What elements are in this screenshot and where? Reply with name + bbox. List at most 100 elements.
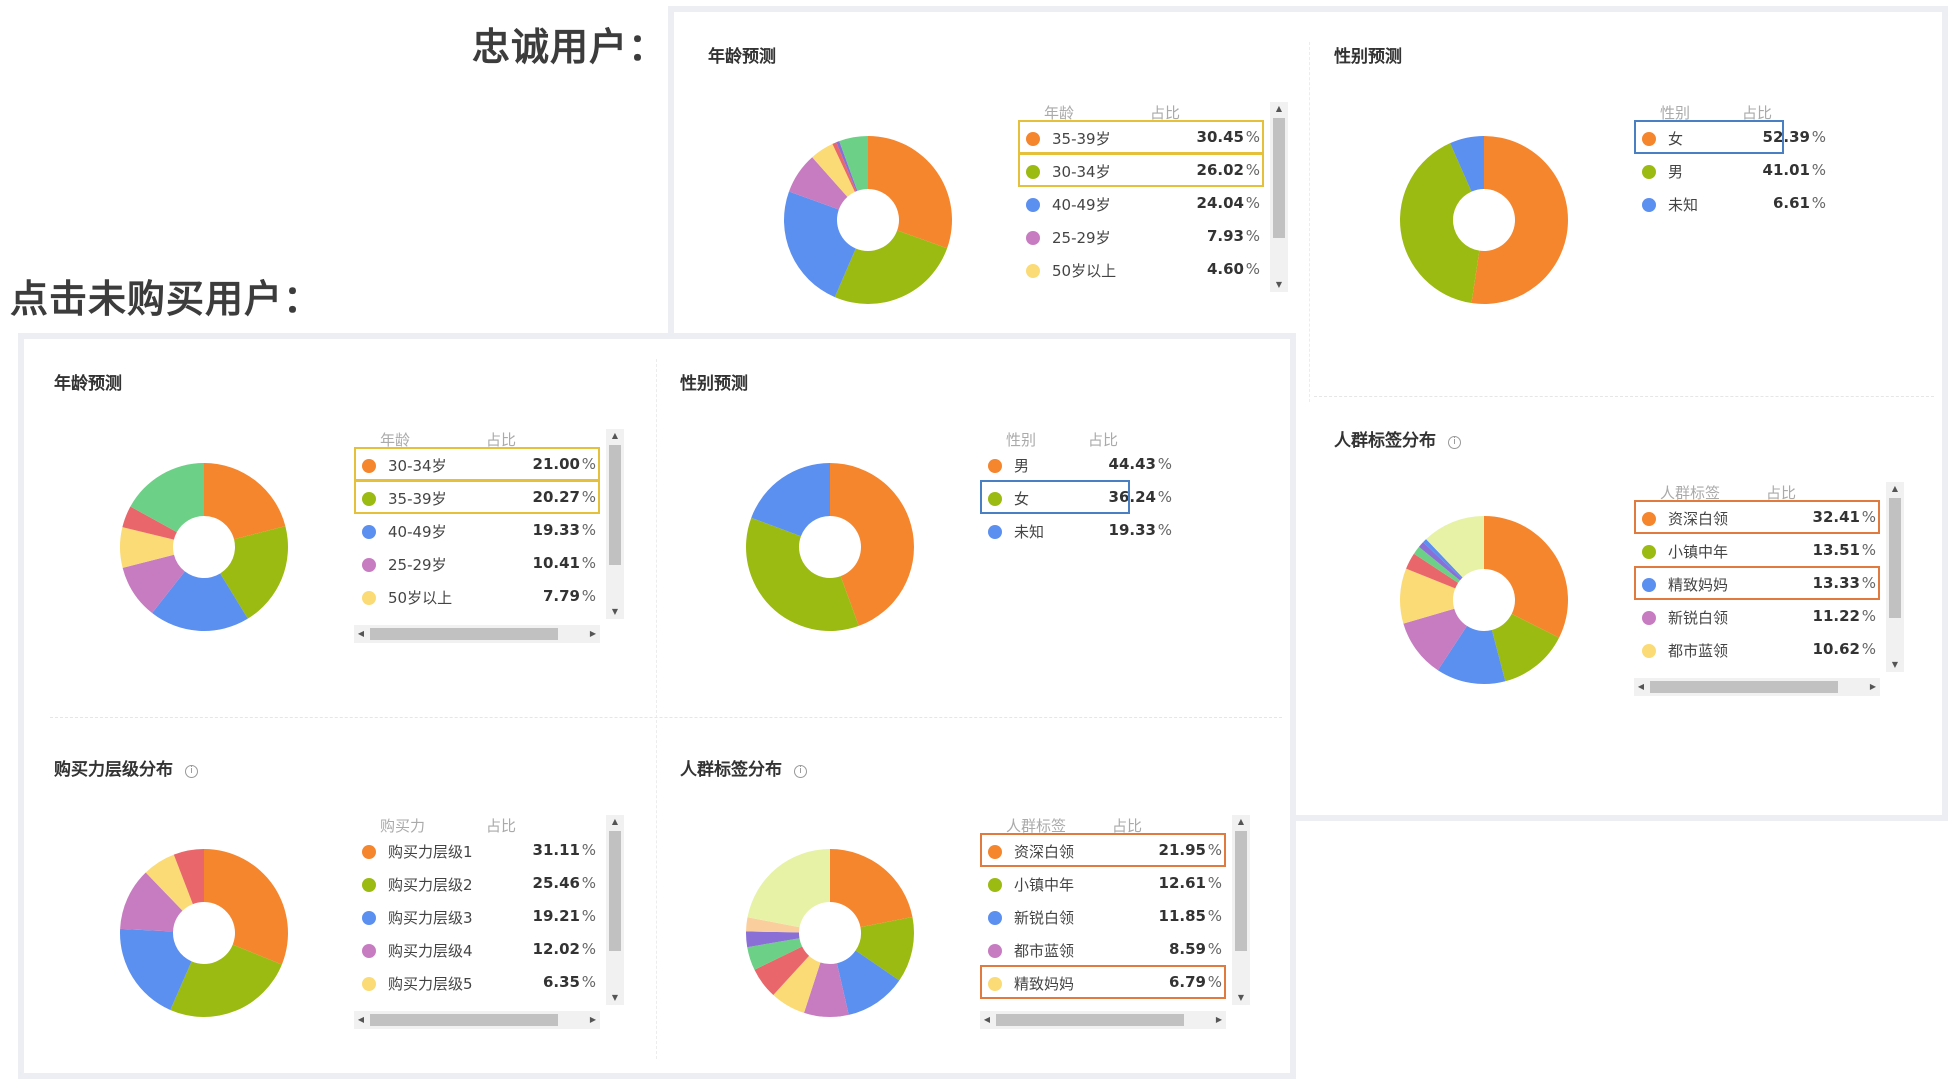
legend-percent-sign: % (581, 973, 596, 991)
legend-value: 12.61 (1158, 874, 1206, 892)
scroll-down-arrow-icon[interactable]: ▼ (1270, 278, 1288, 292)
legend-row[interactable]: 小镇中年 13.51% (1634, 533, 1882, 569)
legend-percent-sign: % (581, 874, 596, 892)
scroll-up-arrow-icon[interactable]: ▲ (606, 429, 624, 443)
vertical-scrollbar[interactable]: ▲ ▼ (1232, 815, 1250, 1005)
scroll-left-arrow-icon[interactable]: ◀ (354, 1011, 368, 1029)
scroll-right-arrow-icon[interactable]: ▶ (586, 625, 600, 643)
legend-row[interactable]: 购买力层级4 12.02% (354, 932, 602, 968)
legend-row[interactable]: 50岁以上 7.79% (354, 579, 602, 615)
legend-highlight-box (1018, 120, 1264, 154)
scrollbar-thumb[interactable] (609, 445, 621, 565)
legend-row[interactable]: 购买力层级2 25.46% (354, 866, 602, 902)
scroll-down-arrow-icon[interactable]: ▼ (1232, 991, 1250, 1005)
horizontal-scrollbar[interactable]: ◀ ▶ (354, 625, 600, 643)
legend-row[interactable]: 小镇中年 12.61% (980, 866, 1228, 902)
panel-divider (1314, 396, 1934, 397)
np-purchase-pie-chart (120, 849, 288, 1017)
legend-percent-sign: % (581, 841, 596, 859)
vertical-scrollbar[interactable]: ▲ ▼ (1270, 102, 1288, 292)
legend-percent-sign: % (1245, 260, 1260, 278)
legend-row[interactable]: 男 44.43% (980, 447, 1180, 483)
legend-highlight-box (1634, 500, 1880, 534)
vertical-scrollbar[interactable]: ▲ ▼ (606, 429, 624, 619)
legend-value: 12.02 (532, 940, 580, 958)
scroll-right-arrow-icon[interactable]: ▶ (586, 1011, 600, 1029)
legend-row[interactable]: 新锐白领 11.85% (980, 899, 1228, 935)
scroll-up-arrow-icon[interactable]: ▲ (1270, 102, 1288, 116)
legend-color-dot (362, 911, 376, 925)
scroll-right-arrow-icon[interactable]: ▶ (1212, 1011, 1226, 1029)
scrollbar-thumb[interactable] (609, 831, 621, 951)
legend-label: 未知 (1014, 523, 1045, 541)
scrollbar-thumb[interactable] (1273, 118, 1285, 238)
vertical-scrollbar[interactable]: ▲ ▼ (1886, 482, 1904, 672)
legend-label: 购买力层级3 (388, 909, 473, 927)
legend-value: 19.33 (532, 521, 580, 539)
loyal-age-pie-chart (784, 136, 952, 304)
legend-value: 10.41 (532, 554, 580, 572)
pie-slice (746, 517, 859, 631)
scroll-left-arrow-icon[interactable]: ◀ (1634, 678, 1648, 696)
legend-row[interactable]: 购买力层级5 6.35% (354, 965, 602, 1001)
scroll-down-arrow-icon[interactable]: ▼ (606, 605, 624, 619)
scroll-up-arrow-icon[interactable]: ▲ (1886, 482, 1904, 496)
scrollbar-thumb[interactable] (996, 1014, 1184, 1026)
pie-slice (1484, 516, 1568, 638)
legend-percent-sign: % (1811, 161, 1826, 179)
horizontal-scrollbar[interactable]: ◀ ▶ (980, 1011, 1226, 1029)
legend-row[interactable]: 25-29岁 10.41% (354, 546, 602, 582)
scrollbar-thumb[interactable] (370, 1014, 558, 1026)
legend-value: 24.04 (1196, 194, 1244, 212)
legend-color-dot (1642, 198, 1656, 212)
scroll-down-arrow-icon[interactable]: ▼ (606, 991, 624, 1005)
legend-color-dot (362, 845, 376, 859)
np-crowd-legend: 人群标签 占比 资深白领 21.95% 小镇中年 12.61% 新锐白领 11.85% 都市蓝领… (980, 815, 1250, 1079)
legend-label: 购买力层级1 (388, 843, 473, 861)
legend-color-dot (362, 525, 376, 539)
scroll-left-arrow-icon[interactable]: ◀ (980, 1011, 994, 1029)
legend-row[interactable]: 购买力层级3 19.21% (354, 899, 602, 935)
scrollbar-thumb[interactable] (1235, 831, 1247, 951)
legend-row[interactable]: 50岁以上 4.60% (1018, 252, 1266, 288)
legend-label: 40-49岁 (388, 523, 447, 541)
scroll-right-arrow-icon[interactable]: ▶ (1866, 678, 1880, 696)
scroll-up-arrow-icon[interactable]: ▲ (606, 815, 624, 829)
info-icon[interactable]: i (185, 765, 198, 778)
info-icon[interactable]: i (794, 765, 807, 778)
legend-percent-sign: % (1245, 194, 1260, 212)
horizontal-scrollbar[interactable]: ◀ ▶ (354, 1011, 600, 1029)
legend-row[interactable]: 40-49岁 24.04% (1018, 186, 1266, 222)
legend-row[interactable]: 未知 6.61% (1634, 186, 1834, 222)
card-title: 人群标签分布 i (680, 755, 807, 780)
legend-percent-sign: % (1207, 940, 1222, 958)
legend-row[interactable]: 新锐白领 11.22% (1634, 599, 1882, 635)
legend-value: 7.93 (1206, 227, 1244, 245)
legend-row[interactable]: 未知 19.33% (980, 513, 1180, 549)
legend-percent-sign: % (1245, 227, 1260, 245)
legend-row[interactable]: 购买力层级1 31.11% (354, 833, 602, 869)
legend-row[interactable]: 男 41.01% (1634, 153, 1834, 189)
legend-label: 40-49岁 (1052, 196, 1111, 214)
legend-row[interactable]: 25-29岁 7.93% (1018, 219, 1266, 255)
legend-row[interactable]: 都市蓝领 10.62% (1634, 632, 1882, 668)
legend-percent-sign: % (1157, 521, 1172, 539)
scrollbar-thumb[interactable] (1650, 681, 1838, 693)
scroll-up-arrow-icon[interactable]: ▲ (1232, 815, 1250, 829)
info-icon[interactable]: i (1448, 436, 1461, 449)
scrollbar-thumb[interactable] (370, 628, 558, 640)
legend-color-dot (362, 878, 376, 892)
np-age-legend: 年龄 占比 30-34岁 21.00% 35-39岁 20.27% 40-49岁 19.33%… (354, 429, 624, 693)
scroll-down-arrow-icon[interactable]: ▼ (1886, 658, 1904, 672)
legend-row[interactable]: 40-49岁 19.33% (354, 513, 602, 549)
legend-row[interactable]: 都市蓝领 8.59% (980, 932, 1228, 968)
np-gender-pie-chart (746, 463, 914, 631)
legend-percent-sign: % (1811, 194, 1826, 212)
loyal-gender-pie-chart (1400, 136, 1568, 304)
scrollbar-thumb[interactable] (1889, 498, 1901, 618)
horizontal-scrollbar[interactable]: ◀ ▶ (1634, 678, 1880, 696)
not-purchased-users-heading: 点击未购买用户： (10, 277, 323, 321)
scroll-left-arrow-icon[interactable]: ◀ (354, 625, 368, 643)
vertical-scrollbar[interactable]: ▲ ▼ (606, 815, 624, 1005)
legend-percent-sign: % (581, 554, 596, 572)
